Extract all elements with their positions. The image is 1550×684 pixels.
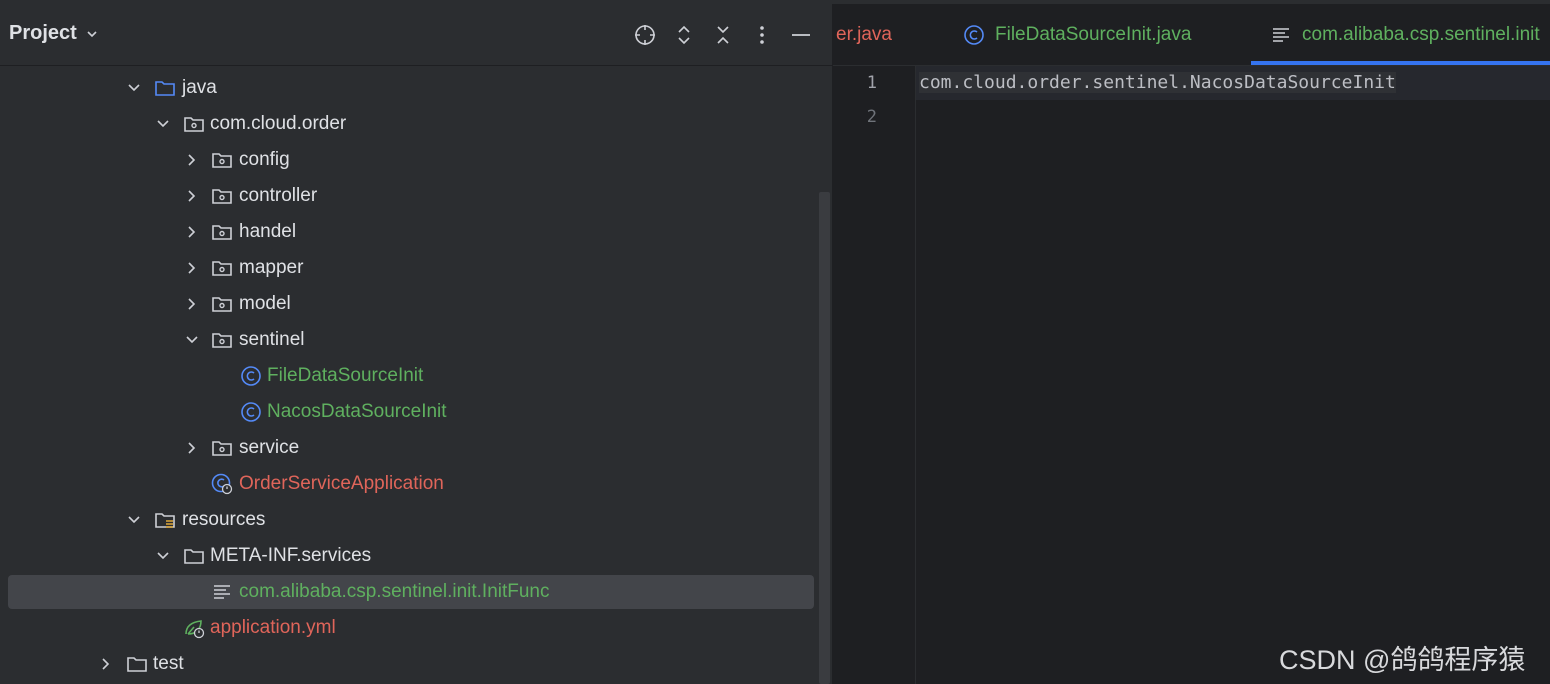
- tree-item-label: controller: [239, 185, 318, 206]
- locate-icon[interactable]: [632, 22, 658, 48]
- spring-boot-class-icon: [211, 473, 233, 495]
- chevron-down-icon[interactable]: [155, 548, 171, 564]
- tree-item-resources[interactable]: resources: [0, 502, 816, 538]
- active-tab-indicator: [1251, 61, 1550, 65]
- tree-item-label: model: [239, 293, 291, 314]
- tree-item-label: application.yml: [210, 617, 336, 638]
- java-class-icon: [240, 365, 262, 387]
- tree-item-label: com.cloud.order: [210, 113, 347, 134]
- line-number: 2: [866, 107, 877, 127]
- tree-item-order-service-application[interactable]: OrderServiceApplication: [0, 466, 816, 502]
- package-icon: [211, 185, 233, 207]
- project-title: Project: [9, 22, 77, 44]
- editor-area: er.java FileDataSourceInit.java com.alib…: [833, 4, 1550, 684]
- package-icon: [211, 257, 233, 279]
- tree-item-label: OrderServiceApplication: [239, 473, 444, 494]
- text-file-icon: [211, 581, 233, 603]
- tree-item-label: java: [182, 77, 217, 98]
- project-panel-header: Project: [0, 4, 832, 66]
- package-icon: [211, 149, 233, 171]
- tree-item-nacos-data-source-init[interactable]: NacosDataSourceInit: [0, 394, 816, 430]
- package-icon: [211, 329, 233, 351]
- tab-label: FileDataSourceInit.java: [995, 23, 1192, 45]
- ide-window: Project java com.cloud.order config cont…: [0, 0, 1550, 684]
- tab-file-data-source-init[interactable]: FileDataSourceInit.java: [963, 4, 1191, 65]
- tree-item-controller[interactable]: controller: [0, 178, 816, 214]
- tree-item-label: sentinel: [239, 329, 305, 350]
- chevron-right-icon[interactable]: [184, 152, 200, 168]
- tree-item-label: com.alibaba.csp.sentinel.init.InitFunc: [239, 581, 550, 602]
- tab-partial-java[interactable]: er.java: [836, 4, 892, 65]
- chevron-down-icon[interactable]: [184, 332, 200, 348]
- chevron-right-icon[interactable]: [184, 224, 200, 240]
- tree-item-label: service: [239, 437, 300, 458]
- tree-item-sentinel[interactable]: sentinel: [0, 322, 816, 358]
- package-icon: [211, 293, 233, 315]
- editor-tab-bar: er.java FileDataSourceInit.java com.alib…: [833, 4, 1550, 66]
- tree-item-label: resources: [182, 509, 266, 530]
- tree-item-label: config: [239, 149, 290, 170]
- code-text: com.cloud.order.sentinel.NacosDataSource…: [919, 72, 1396, 93]
- chevron-down-icon[interactable]: [126, 80, 142, 96]
- java-class-icon: [240, 401, 262, 423]
- chevron-down-icon[interactable]: [155, 116, 171, 132]
- tree-item-label: test: [153, 653, 184, 674]
- tree-item-handel[interactable]: handel: [0, 214, 816, 250]
- tree-item-label: handel: [239, 221, 297, 242]
- tree-item-label: META-INF.services: [210, 545, 372, 566]
- text-file-icon: [1270, 24, 1292, 46]
- chevron-right-icon[interactable]: [184, 188, 200, 204]
- chevron-right-icon[interactable]: [184, 440, 200, 456]
- chevron-right-icon[interactable]: [98, 656, 114, 672]
- folder-icon: [126, 653, 148, 675]
- resources-folder-icon: [154, 509, 176, 531]
- chevron-right-icon[interactable]: [184, 296, 200, 312]
- hide-icon[interactable]: [788, 22, 814, 48]
- tree-item-meta-inf-services[interactable]: META-INF.services: [0, 538, 816, 574]
- tree-item-service[interactable]: service: [0, 430, 816, 466]
- tree-item-config[interactable]: config: [0, 142, 816, 178]
- tab-label: er.java: [836, 23, 892, 45]
- line-number: 1: [866, 73, 877, 93]
- chevron-down-icon: [85, 27, 99, 41]
- tree-item-init-func[interactable]: com.alibaba.csp.sentinel.init.InitFunc: [0, 574, 816, 610]
- tree-item-label: NacosDataSourceInit: [267, 401, 447, 422]
- collapse-all-icon[interactable]: [710, 22, 736, 48]
- spring-yml-icon: [183, 617, 205, 639]
- tree-item-test[interactable]: test: [0, 646, 816, 682]
- tree-scrollbar[interactable]: [819, 192, 830, 684]
- source-folder-icon: [154, 77, 176, 99]
- tree-item-application-yml[interactable]: application.yml: [0, 610, 816, 646]
- tree-item-java[interactable]: java: [0, 70, 816, 106]
- tree-item-file-data-source-init[interactable]: FileDataSourceInit: [0, 358, 816, 394]
- java-class-icon: [963, 24, 985, 46]
- tree-item-label: mapper: [239, 257, 304, 278]
- tree-item-model[interactable]: model: [0, 286, 816, 322]
- package-icon: [183, 113, 205, 135]
- tree-item-package[interactable]: com.cloud.order: [0, 106, 816, 142]
- tab-init-func[interactable]: com.alibaba.csp.sentinel.init: [1270, 4, 1540, 65]
- project-tree: java com.cloud.order config controller h…: [0, 68, 816, 684]
- tree-item-label: FileDataSourceInit: [267, 365, 424, 386]
- project-view-selector[interactable]: Project: [9, 22, 99, 45]
- code-editor[interactable]: com.cloud.order.sentinel.NacosDataSource…: [916, 66, 1550, 684]
- expand-collapse-icon[interactable]: [671, 22, 697, 48]
- package-icon: [211, 221, 233, 243]
- line-number-gutter: 1 2: [833, 66, 916, 684]
- package-icon: [211, 437, 233, 459]
- folder-icon: [183, 545, 205, 567]
- chevron-right-icon[interactable]: [184, 260, 200, 276]
- chevron-down-icon[interactable]: [126, 512, 142, 528]
- tab-label: com.alibaba.csp.sentinel.init: [1302, 23, 1540, 45]
- project-panel: Project java com.cloud.order config cont…: [0, 4, 833, 684]
- watermark: CSDN @鸽鸽程序猿: [1279, 645, 1526, 675]
- more-options-icon[interactable]: [749, 22, 775, 48]
- tree-item-mapper[interactable]: mapper: [0, 250, 816, 286]
- code-line[interactable]: com.cloud.order.sentinel.NacosDataSource…: [919, 72, 1396, 93]
